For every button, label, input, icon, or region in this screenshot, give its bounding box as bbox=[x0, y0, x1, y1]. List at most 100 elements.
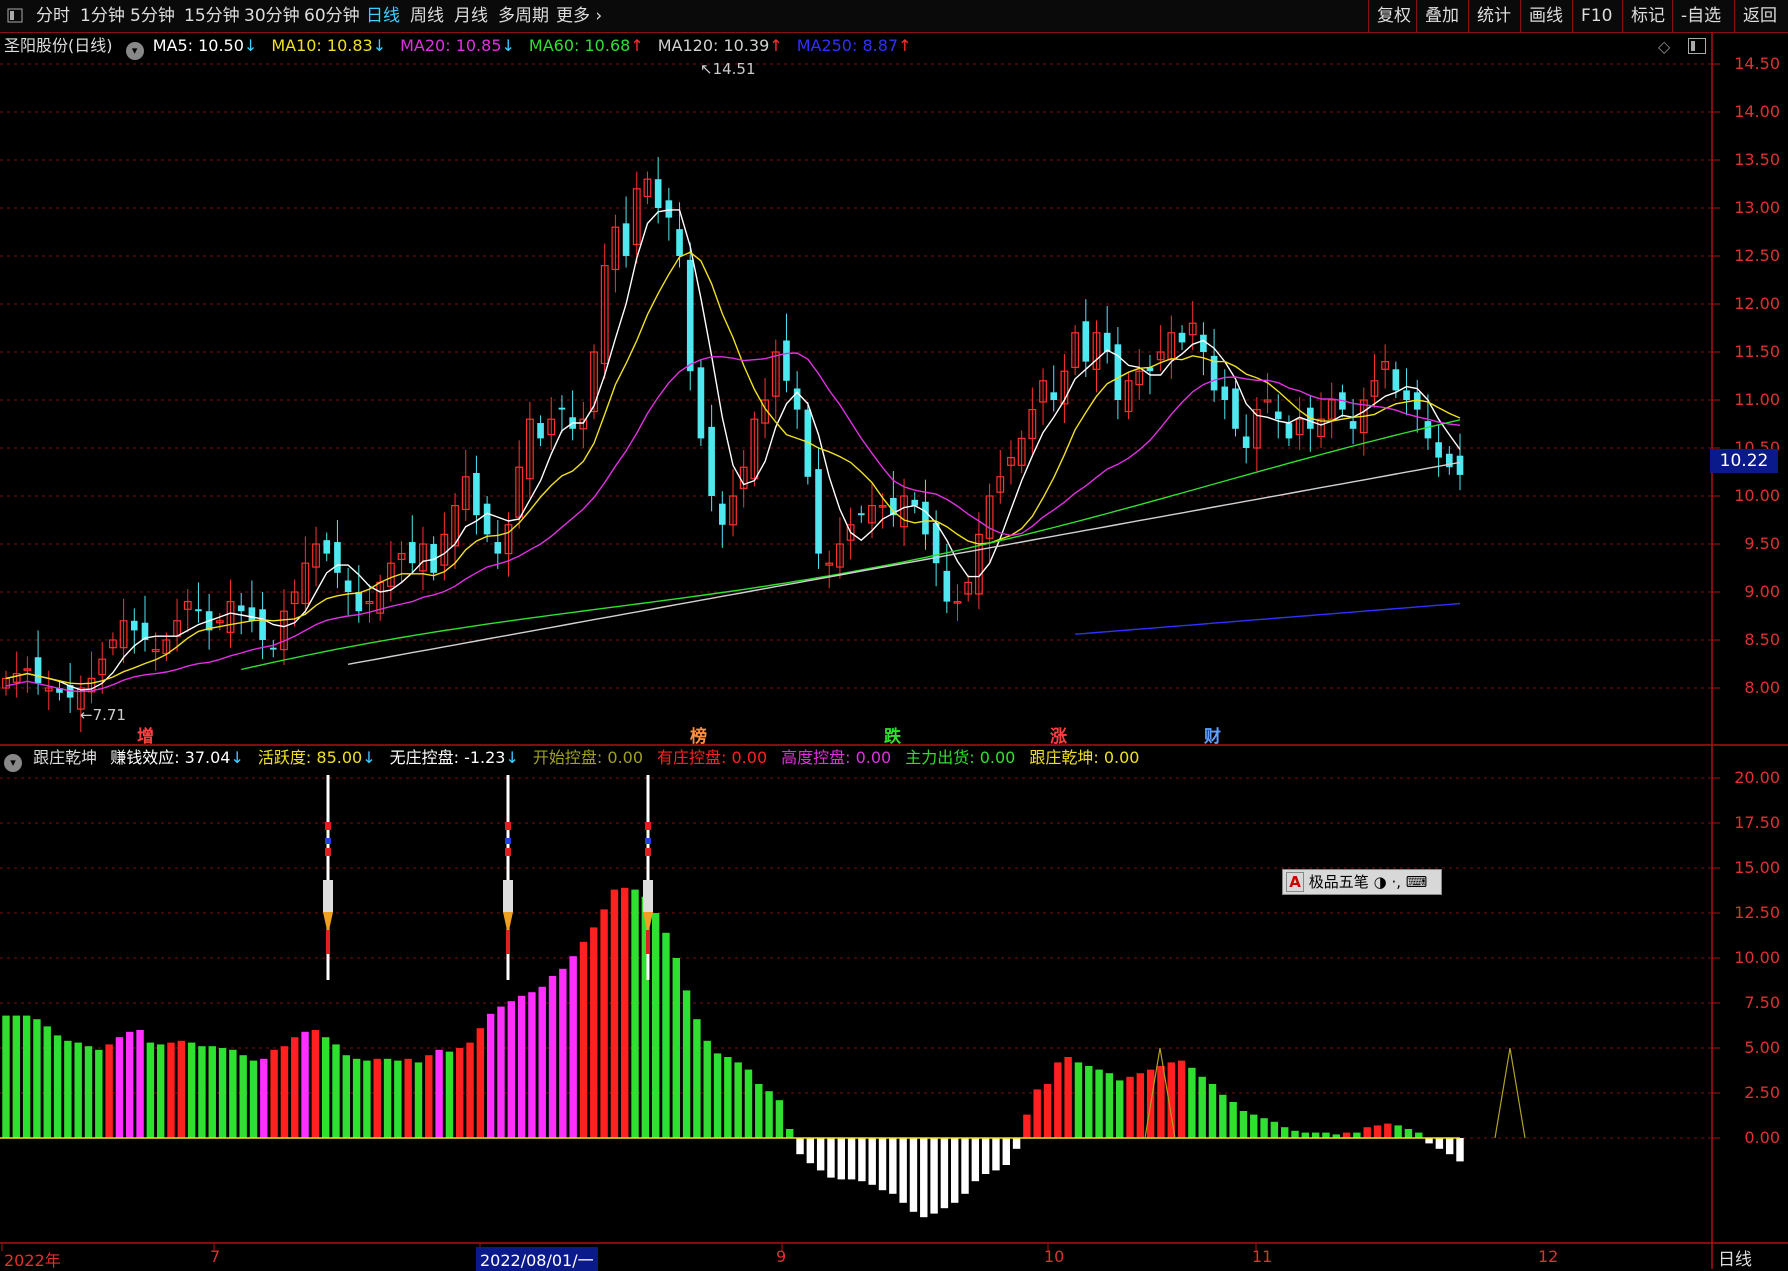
indicator-bar bbox=[693, 1019, 701, 1138]
candle-down bbox=[408, 542, 416, 564]
candle-down bbox=[654, 179, 662, 208]
indicator-settings-icon[interactable]: ▾ bbox=[4, 754, 22, 772]
rocket-icon-part bbox=[505, 848, 511, 856]
indicator-bar bbox=[1033, 1089, 1041, 1138]
indicator-bar bbox=[2, 1015, 10, 1138]
indicator-bar bbox=[84, 1046, 93, 1138]
high-annotation: ↖14.51 bbox=[700, 60, 756, 78]
indicator-bar bbox=[12, 1015, 21, 1138]
candle-down bbox=[1435, 442, 1442, 458]
price-tick: 14.00 bbox=[1734, 102, 1780, 121]
indicator-bar bbox=[332, 1044, 340, 1138]
indicator-bar bbox=[1177, 1060, 1186, 1138]
indicator-tick: 17.50 bbox=[1734, 813, 1780, 832]
rocket-icon-part bbox=[325, 838, 331, 844]
ma10-line bbox=[5, 251, 1461, 685]
indicator-bar bbox=[115, 1037, 124, 1138]
candle-down bbox=[344, 580, 352, 592]
indicator-bar bbox=[1085, 1066, 1093, 1138]
indicator-bar bbox=[1445, 1138, 1454, 1155]
rocket-icon-part bbox=[505, 838, 511, 844]
indicator-bar bbox=[971, 1138, 980, 1182]
ime-moon-icon[interactable]: ◑ bbox=[1374, 873, 1387, 891]
candle-down bbox=[1456, 455, 1464, 475]
candle-down bbox=[1221, 386, 1229, 400]
indicator-bar bbox=[270, 1049, 278, 1138]
indicator-bar bbox=[414, 1062, 423, 1138]
indicator-bar bbox=[528, 992, 536, 1138]
indicator-legend: ▾ 跟庄乾坤 赚钱效应: 37.04↓ 活跃度: 85.00↓ 无庄控盘: -1.2… bbox=[4, 745, 1153, 772]
indicator-bar bbox=[1095, 1069, 1103, 1138]
indicator-bar bbox=[1012, 1138, 1021, 1149]
indicator-legend-item: 无庄控盘: -1.23↓ bbox=[389, 748, 519, 767]
indicator-bar bbox=[765, 1091, 773, 1138]
indicator-bar bbox=[878, 1138, 887, 1191]
indicator-bar bbox=[930, 1138, 938, 1214]
indicator-bar bbox=[1208, 1084, 1217, 1138]
ma250-line bbox=[1075, 602, 1461, 635]
indicator-legend-item: 高度控盘: 0.00 bbox=[781, 748, 892, 767]
date-tick: 10 bbox=[1044, 1247, 1065, 1266]
indicator-legend-items: 赚钱效应: 37.04↓ 活跃度: 85.00↓ 无庄控盘: -1.23↓ 开始控盘:… bbox=[110, 748, 1153, 767]
candle-down bbox=[857, 513, 865, 516]
indicator-legend-item: 开始控盘: 0.00 bbox=[532, 748, 644, 767]
indicator-bar bbox=[734, 1062, 742, 1138]
candle-down bbox=[237, 605, 245, 612]
period-label[interactable]: 日线 bbox=[1718, 1245, 1752, 1270]
candle-down bbox=[1242, 436, 1250, 448]
candle-down bbox=[323, 540, 331, 554]
rocket-icon-part bbox=[325, 848, 331, 856]
rocket-icon-part bbox=[645, 848, 651, 856]
event-tag-cai[interactable]: 财 bbox=[1204, 722, 1221, 747]
ime-a-icon[interactable]: A bbox=[1286, 872, 1304, 892]
price-tick: 13.50 bbox=[1734, 150, 1780, 169]
indicator-bar bbox=[621, 887, 629, 1138]
indicator-bar bbox=[435, 1049, 443, 1138]
indicator-bar bbox=[796, 1138, 804, 1155]
indicator-bar bbox=[156, 1044, 165, 1138]
indicator-bar bbox=[899, 1138, 907, 1203]
indicator-bar bbox=[1198, 1076, 1206, 1138]
indicator-arrow-icon: ↓ bbox=[230, 748, 244, 767]
indicator-bar bbox=[847, 1138, 856, 1180]
event-tag-zhang[interactable]: 涨 bbox=[1050, 722, 1067, 747]
candle-down bbox=[943, 570, 951, 602]
indicator-bar bbox=[1322, 1132, 1330, 1138]
ime-punct-icon[interactable]: ·, bbox=[1391, 873, 1401, 891]
price-tick: 13.00 bbox=[1734, 198, 1780, 217]
indicator-bar bbox=[311, 1030, 320, 1138]
indicator-bar bbox=[43, 1026, 51, 1138]
indicator-bar bbox=[208, 1046, 216, 1138]
indicator-bar bbox=[33, 1019, 41, 1138]
indicator-bar bbox=[1239, 1111, 1248, 1138]
candle-down bbox=[697, 367, 705, 439]
indicator-bar bbox=[301, 1031, 309, 1138]
indicator-bar bbox=[1311, 1132, 1320, 1138]
indicator-bar bbox=[1157, 1066, 1165, 1138]
indicator-bar bbox=[868, 1138, 876, 1185]
indicator-bar bbox=[940, 1138, 949, 1209]
indicator-bar bbox=[920, 1138, 928, 1218]
ime-toolbar[interactable]: A 极品五笔 ◑ ·, ⌨ bbox=[1282, 869, 1442, 895]
price-tick: 10.00 bbox=[1734, 486, 1780, 505]
ime-label: 极品五笔 bbox=[1308, 873, 1369, 891]
candle-down bbox=[1103, 332, 1111, 352]
indicator-bar bbox=[1373, 1125, 1382, 1138]
indicator-bar bbox=[126, 1031, 134, 1138]
indicator-bar bbox=[1229, 1102, 1237, 1138]
indicator-bar bbox=[425, 1055, 433, 1138]
low-annotation: ←7.71 bbox=[80, 706, 126, 724]
indicator-bar bbox=[1105, 1073, 1114, 1138]
indicator-bar bbox=[249, 1060, 258, 1138]
event-tag-bang[interactable]: 榜 bbox=[690, 722, 707, 747]
indicator-bar bbox=[538, 986, 546, 1138]
low-value: 7.71 bbox=[92, 706, 126, 724]
ime-keyboard-icon[interactable]: ⌨ bbox=[1406, 873, 1428, 891]
event-tag-zeng[interactable]: 增 bbox=[137, 722, 154, 747]
indicator-bar bbox=[837, 1138, 845, 1180]
indicator-arrow-icon: ↓ bbox=[505, 748, 519, 767]
indicator-bar bbox=[579, 941, 588, 1138]
indicator-bar bbox=[858, 1138, 866, 1182]
event-tag-die[interactable]: 跌 bbox=[884, 722, 901, 747]
candle-down bbox=[708, 426, 715, 496]
